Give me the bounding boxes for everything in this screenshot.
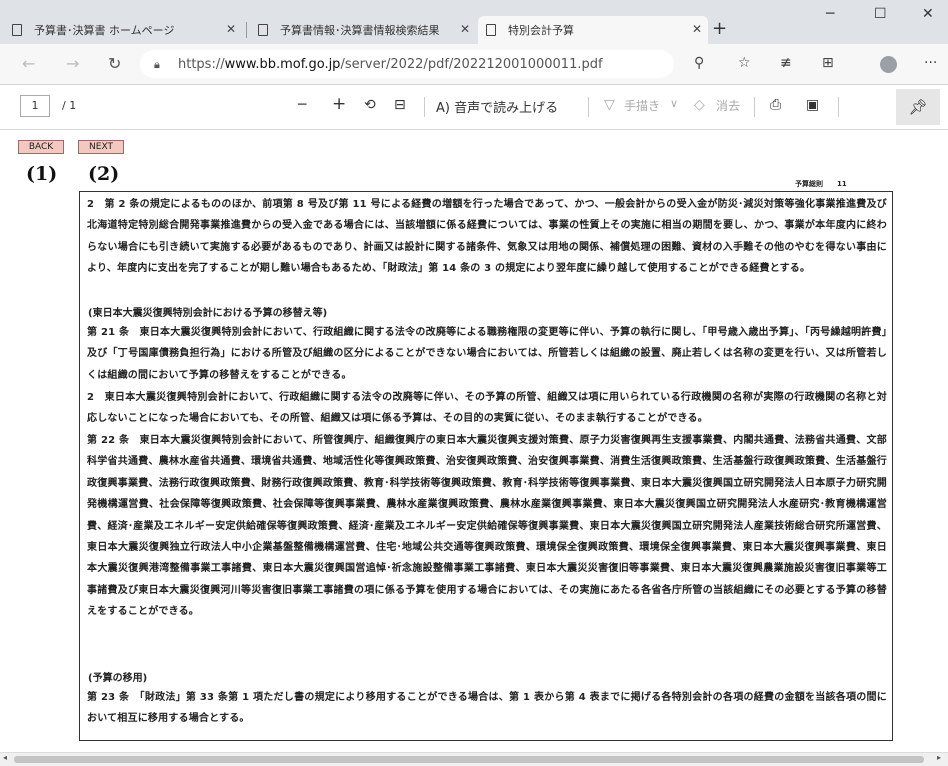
tab-label: 特別会計予算	[508, 24, 574, 37]
document-page: 2 第 2 条の規定によるもののほか、前項第 8 号及び第 11 号による経費の…	[79, 191, 893, 741]
paragraph-art22: 第 22 条 東日本大震災復興特別会計において、所管復興庁、組織復興庁の東日本大…	[87, 435, 887, 618]
url-text: https://www.bb.mof.go.jp/server/2022/pdf…	[178, 56, 603, 72]
page-header: 予算総則 11	[795, 180, 847, 188]
page-icon	[486, 24, 496, 36]
close-icon[interactable]: ✕	[692, 22, 702, 36]
eraser-icon[interactable]: ◇	[694, 97, 705, 113]
page-icon	[258, 24, 268, 36]
erase-button[interactable]: 消去	[716, 97, 740, 114]
collections-icon[interactable]: ⊞	[822, 55, 834, 71]
new-tab-icon[interactable]: +	[712, 18, 727, 39]
navigation-bar: ← → ↻ 🔒︎ https://www.bb.mof.go.jp/server…	[0, 44, 948, 85]
toolbar-divider	[754, 97, 755, 117]
lock-icon[interactable]: 🔒︎	[154, 58, 166, 71]
read-aloud-button[interactable]: A) 音声で読み上げる	[436, 97, 558, 116]
horizontal-scrollbar[interactable]: ◂ ▸	[0, 752, 948, 766]
tab-special-account-budget[interactable]: 特別会計予算 ✕	[478, 16, 708, 44]
pdf-viewport: BACK NEXT (1) (2) 予算総則 11 2 第 2 条の規定によるも…	[0, 130, 948, 752]
draw-button[interactable]: 手描き	[624, 97, 660, 114]
tab-label: 予算書･決算書 ホームページ	[34, 24, 175, 37]
back-number-label: (1)	[26, 163, 58, 185]
title-bar: 予算書･決算書 ホームページ ✕ 予算書情報･決算書情報検索結果 ✕ 特別会計予…	[0, 0, 948, 44]
zoom-in-icon[interactable]: +	[332, 94, 346, 114]
close-icon[interactable]: ✕	[460, 22, 470, 36]
tab-separator	[246, 22, 247, 38]
zoom-out-icon[interactable]: ─	[298, 97, 306, 113]
back-button[interactable]: BACK	[18, 140, 64, 154]
tab-search-results[interactable]: 予算書情報･決算書情報検索結果 ✕	[250, 16, 476, 44]
next-button[interactable]: NEXT	[78, 140, 124, 154]
section-heading: (東日本大震災復興特別会計における予算の移替え等)	[88, 308, 328, 319]
scroll-right-icon[interactable]: ▸	[937, 753, 941, 762]
page-total: / 1	[62, 99, 77, 112]
pdf-toolbar: 1 / 1 ─ + ⟲ ⊟ A) 音声で読み上げる ▽ 手描き ∨ ◇ 消去 ⎙…	[0, 85, 948, 130]
close-icon[interactable]: ✕	[226, 22, 236, 36]
fit-page-icon[interactable]: ⊟	[394, 97, 406, 113]
close-window-icon[interactable]: ✕	[922, 6, 934, 22]
toolbar-divider	[838, 97, 839, 117]
paragraph-art20-2: 2 第 2 条の規定によるもののほか、前項第 8 号及び第 11 号による経費の…	[87, 199, 887, 275]
refresh-icon[interactable]: ↻	[108, 54, 121, 73]
zoom-icon[interactable]: ⚲	[694, 55, 704, 71]
next-number-label: (2)	[88, 163, 120, 185]
maximize-icon[interactable]: ☐	[874, 6, 887, 22]
forward-arrow-icon[interactable]: →	[66, 54, 79, 73]
pin-icon[interactable]: 📌︎	[896, 89, 940, 125]
paragraph-art23: 第 23 条 「財政法」第 33 条第 1 項ただし書の規定により移用することが…	[87, 692, 887, 725]
toolbar-divider	[588, 97, 589, 117]
scrollbar-thumb[interactable]	[14, 756, 924, 763]
print-icon[interactable]: ⎙	[770, 97, 781, 113]
tab-budget-home[interactable]: 予算書･決算書 ホームページ ✕	[4, 16, 242, 44]
scroll-left-icon[interactable]: ◂	[3, 753, 7, 762]
toolbar-divider	[424, 97, 425, 117]
more-options-icon[interactable]: ···	[924, 55, 937, 71]
page-number-input[interactable]: 1	[20, 95, 50, 117]
minimize-icon[interactable]: ─	[826, 6, 834, 22]
save-icon[interactable]: ▣	[806, 97, 819, 113]
address-bar[interactable]: 🔒︎ https://www.bb.mof.go.jp/server/2022/…	[140, 50, 674, 78]
chevron-down-icon[interactable]: ∨	[670, 97, 678, 110]
avatar[interactable]	[880, 56, 897, 73]
paragraph-art21: 第 21 条 東日本大震災復興特別会計において、行政組織に関する法令の改廃等によ…	[87, 327, 887, 381]
tab-label: 予算書情報･決算書情報検索結果	[280, 24, 440, 37]
page-icon	[12, 24, 22, 36]
back-arrow-icon[interactable]: ←	[22, 54, 35, 73]
draw-icon[interactable]: ▽	[604, 97, 615, 113]
section-heading: (予算の移用)	[88, 673, 148, 684]
favorites-list-icon[interactable]: ≢	[780, 55, 792, 71]
rotate-icon[interactable]: ⟲	[364, 97, 376, 113]
favorite-star-icon[interactable]: ☆	[738, 55, 751, 71]
paragraph-art21-2: 2 東日本大震災復興特別会計において、行政組織に関する法令の改廃等に伴い、その予…	[87, 392, 887, 425]
